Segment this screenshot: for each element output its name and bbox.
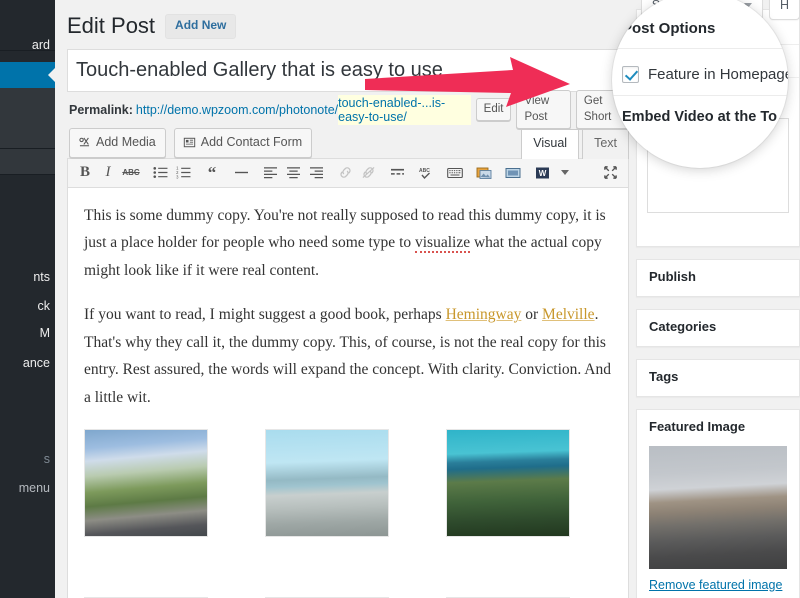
featured-image-box-title: Featured Image — [649, 418, 746, 434]
sidebar-item-label: nts — [33, 270, 50, 284]
remove-featured-image-link[interactable]: Remove featured image — [649, 578, 787, 592]
horizontal-rule-icon[interactable] — [230, 162, 252, 184]
unordered-list-icon[interactable] — [149, 162, 171, 184]
feature-in-homepage-checkbox-label: Feature in Homepage — [648, 66, 788, 83]
editor-content-area[interactable]: This is some dummy copy. You're not real… — [68, 188, 628, 598]
sidebar-item-appearance[interactable]: ance — [0, 348, 55, 378]
gallery-image-2[interactable] — [265, 428, 389, 537]
admin-sidebar: ard nts ck M ance s menu — [0, 0, 55, 598]
permalink-base-url[interactable]: http://demo.wpzoom.com/photonote/ — [136, 103, 338, 117]
featured-image-thumbnail[interactable] — [649, 445, 787, 569]
unlink-icon[interactable] — [357, 162, 379, 184]
sidebar-current-arrow-icon — [48, 67, 55, 83]
distraction-free-icon[interactable] — [444, 162, 466, 184]
magnifier-overlay: Post Options Feature in Homepage Embed V… — [612, 0, 788, 168]
sidebar-item-label: ance — [22, 356, 50, 370]
sidebar-divider — [0, 174, 55, 175]
permalink-label: Permalink: — [69, 102, 133, 117]
editor-paragraph-1: This is some dummy copy. You're not real… — [84, 202, 612, 285]
add-contact-form-label: Add Contact Form — [200, 134, 303, 149]
categories-box-title: Categories — [649, 318, 717, 334]
editor-toolbar: B I ABC 123 “ ABC W — [68, 158, 628, 188]
sidebar-collapse-menu[interactable]: menu — [0, 473, 55, 503]
paste-word-icon[interactable]: W — [531, 162, 553, 184]
sidebar-item-feedback[interactable]: ck — [0, 291, 55, 321]
add-media-button[interactable]: Add Media — [69, 127, 166, 158]
tab-visual[interactable]: Visual — [521, 129, 580, 159]
categories-box: Categories — [636, 308, 800, 347]
add-contact-form-button[interactable]: Add Contact Form — [173, 127, 313, 158]
tags-box-title: Tags — [649, 368, 679, 384]
post-title-input[interactable] — [67, 48, 629, 92]
sidebar-item-label: M — [39, 326, 50, 340]
align-left-icon[interactable] — [259, 162, 281, 184]
sidebar-item-pages[interactable] — [0, 149, 55, 174]
contact-form-icon — [183, 137, 195, 147]
sidebar-item-dashboard[interactable]: ard — [0, 30, 55, 60]
magnifier-divider-2 — [612, 95, 788, 96]
gallery-grid — [84, 428, 612, 598]
media-buttons-row: Add Media Add Contact Form Visual Text — [67, 120, 629, 159]
magnifier-content: Post Options Feature in Homepage Embed V… — [612, 0, 788, 168]
sidebar-item-plugins[interactable]: s — [0, 444, 55, 474]
sidebar-item-posts[interactable] — [0, 62, 55, 88]
paragraph-2-text-a: If you want to read, I might suggest a g… — [84, 306, 446, 324]
italic-icon[interactable]: I — [97, 162, 119, 184]
ordered-list-icon[interactable]: 123 — [172, 162, 194, 184]
image-insert-icon[interactable] — [473, 162, 495, 184]
sidebar-item-wpzoom[interactable]: M — [0, 318, 55, 348]
sidebar-item-label: menu — [18, 481, 50, 495]
sidebar-item-label: ck — [37, 299, 51, 313]
editor-wrap: B I ABC 123 “ ABC W This is some dummy c… — [67, 157, 629, 598]
magnifier-embed-video-label: Embed Video at the To — [622, 109, 777, 125]
sidebar-item-label: s — [43, 452, 50, 466]
feature-in-homepage-checkbox-row[interactable]: Feature in Homepage — [622, 66, 788, 83]
magnifier-post-options-title: Post Options — [622, 20, 716, 37]
page-title: Edit Post — [67, 13, 156, 38]
content-link-melville[interactable]: Melville — [542, 306, 595, 323]
content-link-hemingway[interactable]: Hemingway — [446, 306, 522, 323]
read-more-icon[interactable] — [386, 162, 408, 184]
magnifier-divider-1 — [612, 48, 788, 49]
post-body-content: Edit Post Add New Permalink: http://demo… — [67, 0, 629, 598]
feature-in-homepage-checkbox[interactable] — [622, 66, 639, 83]
strikethrough-icon[interactable]: ABC — [120, 162, 142, 184]
add-new-button[interactable]: Add New — [165, 14, 237, 39]
permalink-row: Permalink: http://demo.wpzoom.com/photon… — [67, 90, 629, 130]
bold-icon[interactable]: B — [74, 162, 96, 184]
publish-box: Publish — [636, 259, 800, 297]
align-center-icon[interactable] — [282, 162, 304, 184]
sidebar-divider — [0, 50, 55, 51]
paragraph-2-text-mid: or — [521, 306, 543, 324]
editor-paragraph-2: If you want to read, I might suggest a g… — [84, 301, 612, 411]
publish-box-title: Publish — [649, 269, 696, 284]
spellcheck-icon[interactable]: ABC — [415, 162, 437, 184]
misspelled-word: visualize — [415, 234, 471, 254]
gallery-image-3[interactable] — [446, 428, 570, 537]
link-icon[interactable] — [334, 162, 356, 184]
media-frame-icon[interactable] — [502, 162, 524, 184]
gallery-image-1[interactable] — [84, 428, 208, 537]
tags-box: Tags — [636, 358, 800, 397]
toolbar-toggle-icon[interactable] — [554, 162, 576, 184]
svg-text:3: 3 — [176, 175, 179, 180]
align-right-icon[interactable] — [305, 162, 327, 184]
featured-image-box: Featured Image Remove featured image — [636, 408, 800, 598]
add-media-label: Add Media — [96, 134, 156, 149]
svg-text:W: W — [538, 169, 546, 178]
featured-image-inner: Remove featured image — [637, 445, 799, 598]
edit-permalink-button[interactable]: Edit — [475, 98, 512, 122]
page-title-row: Edit Post Add New — [67, 0, 629, 49]
sidebar-item-media[interactable] — [0, 88, 55, 148]
sidebar-item-comments[interactable]: nts — [0, 262, 55, 292]
add-media-icon — [79, 137, 90, 146]
blockquote-icon[interactable]: “ — [201, 162, 223, 184]
